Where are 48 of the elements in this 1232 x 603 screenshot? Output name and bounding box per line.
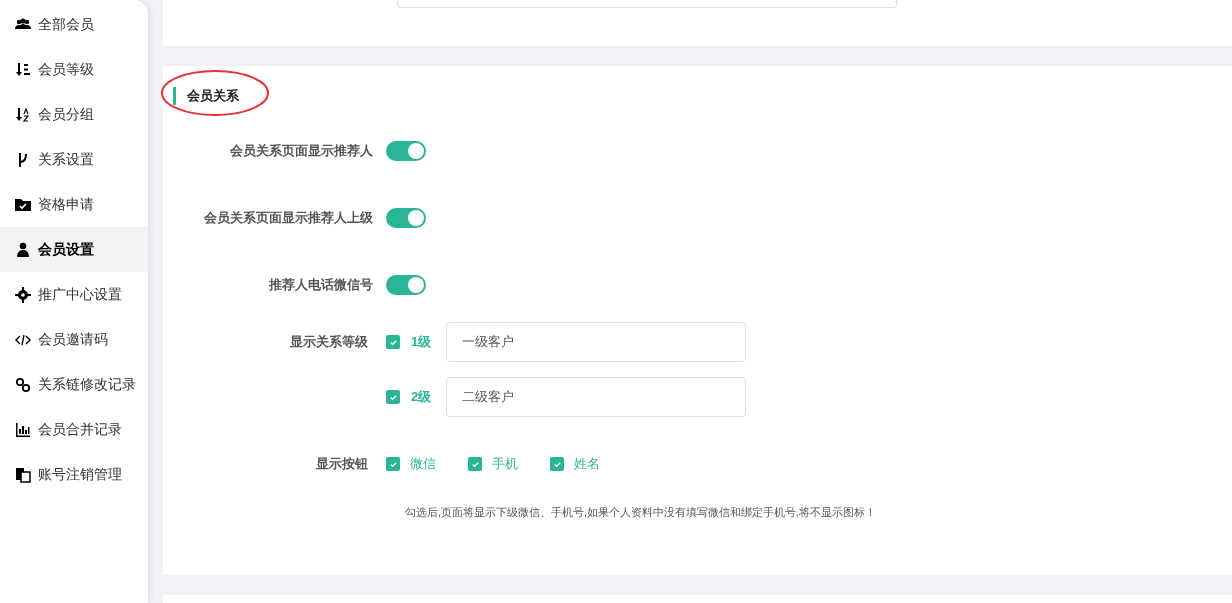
sidebar-item[interactable]: 推广中心设置 — [0, 272, 148, 317]
check-icon — [388, 337, 398, 347]
settings-icon — [15, 286, 31, 303]
sidebar-item[interactable]: 会员设置 — [0, 227, 148, 272]
section-title: 会员关系 — [187, 87, 239, 106]
checkbox[interactable] — [386, 457, 400, 471]
input-field[interactable]: 一级客户 — [446, 322, 746, 362]
sort-icon — [15, 61, 31, 78]
sidebar-item[interactable]: 全部会员 — [0, 2, 148, 47]
level-label: 1级 — [411, 333, 433, 352]
level-label: 2级 — [411, 388, 433, 407]
sidebar-item[interactable]: 会员分组 — [0, 92, 148, 137]
check-icon — [552, 459, 562, 469]
checkbox-label: 手机 — [492, 455, 518, 474]
section-accent-bar — [173, 87, 176, 105]
sidebar-item[interactable]: 关系链修改记录 — [0, 362, 148, 407]
checkbox[interactable] — [386, 335, 400, 349]
toggle-switch[interactable] — [386, 275, 426, 295]
check-icon — [388, 392, 398, 402]
toggle-switch[interactable] — [386, 208, 426, 228]
check-icon — [388, 459, 398, 469]
check-icon — [470, 459, 480, 469]
field-label: 显示关系等级 — [290, 334, 368, 350]
link-icon — [15, 376, 31, 393]
checkbox[interactable] — [550, 457, 564, 471]
checkbox-label: 姓名 — [574, 455, 600, 474]
toggle-switch[interactable] — [386, 141, 426, 161]
input-field[interactable]: 二级客户 — [446, 377, 746, 417]
field-label: 显示按钮 — [316, 456, 368, 472]
sidebar-item[interactable]: 会员等级 — [0, 47, 148, 92]
field-label: 推荐人电话微信号 — [269, 277, 373, 293]
checkbox[interactable] — [386, 390, 400, 404]
checkbox[interactable] — [468, 457, 482, 471]
sidebar-item[interactable]: 资格申请 — [0, 182, 148, 227]
sidebar-item[interactable]: 关系设置 — [0, 137, 148, 182]
checkbox-label: 微信 — [410, 455, 436, 474]
hint-text: 勾选后,页面将显示下级微信、手机号,如果个人资料中没有填写微信和绑定手机号,将不显示图标！ — [405, 506, 877, 518]
sidebar-item[interactable]: 会员邀请码 — [0, 317, 148, 362]
bar-chart-icon — [15, 421, 31, 438]
field-label: 会员关系页面显示推荐人上级 — [204, 210, 373, 226]
sort-icon — [15, 106, 31, 123]
sidebar-item[interactable]: 账号注销管理 — [0, 452, 148, 497]
user-icon — [15, 241, 31, 258]
sidebar-item[interactable]: 会员合并记录 — [0, 407, 148, 452]
documents-icon — [15, 466, 31, 483]
input-field[interactable] — [397, 0, 897, 8]
field-label: 会员关系页面显示推荐人 — [230, 143, 373, 159]
folder-check-icon — [15, 196, 31, 213]
